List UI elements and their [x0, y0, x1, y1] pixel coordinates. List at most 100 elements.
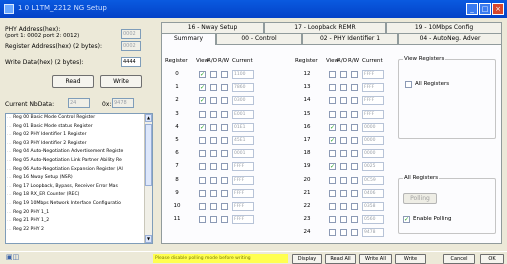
current-value-field[interactable]: 0025: [362, 162, 384, 172]
view-checkbox[interactable]: [329, 150, 336, 158]
current-value-field[interactable]: 0406: [362, 188, 384, 198]
current-value-field[interactable]: 0300: [232, 96, 254, 106]
ro-checkbox[interactable]: [210, 123, 217, 131]
rw-checkbox[interactable]: [351, 71, 358, 78]
rw-checkbox[interactable]: [221, 84, 228, 92]
rw-checkbox[interactable]: [221, 71, 228, 78]
ro-checkbox[interactable]: [340, 163, 347, 171]
view-checkbox[interactable]: ✓: [329, 163, 336, 171]
current-value-field[interactable]: E001: [232, 109, 254, 119]
list-item[interactable]: … Reg 03 PHY Identifier 2 Register: [6, 140, 146, 149]
read-all-button[interactable]: Read All: [325, 254, 356, 264]
list-item[interactable]: … Reg 02 PHY Identifier 1 Register: [6, 131, 146, 140]
write-data-field[interactable]: 4444: [121, 57, 141, 67]
ro-checkbox[interactable]: [340, 110, 347, 118]
current-value-field[interactable]: 0C59: [362, 175, 384, 185]
ro-checkbox[interactable]: [340, 189, 347, 197]
list-item[interactable]: … Reg 21 PHY 1_2: [6, 217, 146, 226]
rw-checkbox[interactable]: [221, 203, 228, 210]
view-checkbox[interactable]: [199, 150, 206, 158]
ro-checkbox[interactable]: [340, 71, 347, 78]
rw-checkbox[interactable]: [351, 163, 358, 171]
ok-button[interactable]: OK: [480, 254, 504, 264]
rw-checkbox[interactable]: [221, 110, 228, 118]
ro-checkbox[interactable]: [210, 176, 217, 184]
rw-checkbox[interactable]: [351, 203, 358, 210]
list-item[interactable]: … Reg 22 PHY 2: [6, 226, 146, 235]
rw-checkbox[interactable]: [351, 150, 358, 158]
current-value-field[interactable]: 0358: [362, 202, 384, 211]
cancel-button[interactable]: Cancel: [443, 254, 475, 264]
close-button[interactable]: ×: [492, 3, 504, 15]
ro-checkbox[interactable]: [340, 176, 347, 184]
rw-checkbox[interactable]: [221, 176, 228, 184]
view-checkbox[interactable]: ✓: [329, 123, 336, 131]
tab-autoneg-adver[interactable]: 04 - AutoNeg. Adver: [398, 33, 502, 44]
tab-summary[interactable]: Summary: [161, 33, 216, 45]
current-value-field[interactable]: FFFF: [362, 83, 384, 93]
ro-checkbox[interactable]: [210, 189, 217, 197]
ro-checkbox[interactable]: [340, 203, 347, 210]
ro-checkbox[interactable]: [340, 84, 347, 92]
tab-control[interactable]: 00 - Control: [216, 33, 302, 44]
tab-10mbps-config[interactable]: 19 - 10Mbps Config: [386, 22, 502, 33]
rw-checkbox[interactable]: [351, 216, 358, 224]
current-value-field[interactable]: FFFF: [362, 96, 384, 106]
view-checkbox[interactable]: ✓: [199, 97, 206, 105]
view-checkbox[interactable]: [199, 176, 206, 184]
current-value-field[interactable]: 0560: [362, 215, 384, 225]
current-value-field[interactable]: FFFF: [232, 188, 254, 198]
view-checkbox[interactable]: [329, 110, 336, 118]
rw-checkbox[interactable]: [221, 150, 228, 158]
tab-loopback-remr[interactable]: 17 - Loopback REMR: [264, 22, 386, 33]
current-value-field[interactable]: 45E1: [232, 136, 254, 145]
list-item[interactable]: … Reg 05 Auto-Negotiation Link Partner A…: [6, 157, 146, 166]
ro-checkbox[interactable]: [340, 216, 347, 224]
view-checkbox[interactable]: [199, 110, 206, 118]
write-all-button[interactable]: Write All: [359, 254, 392, 264]
list-item[interactable]: … Reg 01 Basic Mode status Register: [6, 123, 146, 132]
enable-polling-checkbox[interactable]: ✓: [403, 216, 410, 223]
ro-checkbox[interactable]: [210, 97, 217, 105]
write-button[interactable]: Write: [100, 75, 142, 88]
current-value-field[interactable]: 9478: [362, 228, 384, 238]
view-checkbox[interactable]: [329, 229, 336, 237]
view-checkbox[interactable]: [329, 71, 336, 78]
ro-checkbox[interactable]: [210, 71, 217, 78]
current-value-field[interactable]: FFFF: [232, 175, 254, 185]
all-registers-checkbox[interactable]: [405, 81, 412, 88]
register-address-field[interactable]: 0002: [121, 41, 141, 51]
current-value-field[interactable]: FFFF: [232, 162, 254, 172]
ro-checkbox[interactable]: [210, 163, 217, 171]
list-item[interactable]: … Reg 17 Loopback, Bypass, Receiver Erro…: [6, 183, 146, 192]
ro-checkbox[interactable]: [340, 137, 347, 144]
view-checkbox[interactable]: ✓: [199, 71, 206, 78]
view-checkbox[interactable]: [199, 189, 206, 197]
rw-checkbox[interactable]: [351, 189, 358, 197]
view-checkbox[interactable]: [199, 216, 206, 224]
polling-button[interactable]: Polling: [403, 193, 437, 204]
phy-address-field[interactable]: 0002: [121, 29, 141, 39]
minimize-button[interactable]: _: [466, 3, 478, 15]
view-checkbox[interactable]: [329, 97, 336, 105]
tab-nway-setup[interactable]: 16 - Nway Setup: [161, 22, 264, 33]
list-item[interactable]: … Reg 06 Auto-Negotiation Expansion Regi…: [6, 166, 146, 175]
rw-checkbox[interactable]: [351, 84, 358, 92]
rw-checkbox[interactable]: [351, 176, 358, 184]
rw-checkbox[interactable]: [221, 189, 228, 197]
ro-checkbox[interactable]: [340, 97, 347, 105]
write-bottom-button[interactable]: Write: [395, 254, 426, 264]
current-value-field[interactable]: 1100: [232, 70, 254, 79]
current-value-field[interactable]: 7860: [232, 83, 254, 93]
rw-checkbox[interactable]: [351, 123, 358, 131]
current-value-field[interactable]: FFFF: [232, 215, 254, 225]
ro-checkbox[interactable]: [340, 123, 347, 131]
view-checkbox[interactable]: ✓: [329, 137, 336, 144]
current-value-field[interactable]: 0000: [362, 136, 384, 145]
scroll-thumb[interactable]: [145, 124, 152, 186]
view-checkbox[interactable]: [329, 216, 336, 224]
register-list[interactable]: … Reg 00 Basic Mode Control Register… Re…: [5, 113, 153, 244]
current-value-field[interactable]: FFFF: [232, 202, 254, 211]
rw-checkbox[interactable]: [221, 163, 228, 171]
display-button[interactable]: Display: [292, 254, 322, 264]
